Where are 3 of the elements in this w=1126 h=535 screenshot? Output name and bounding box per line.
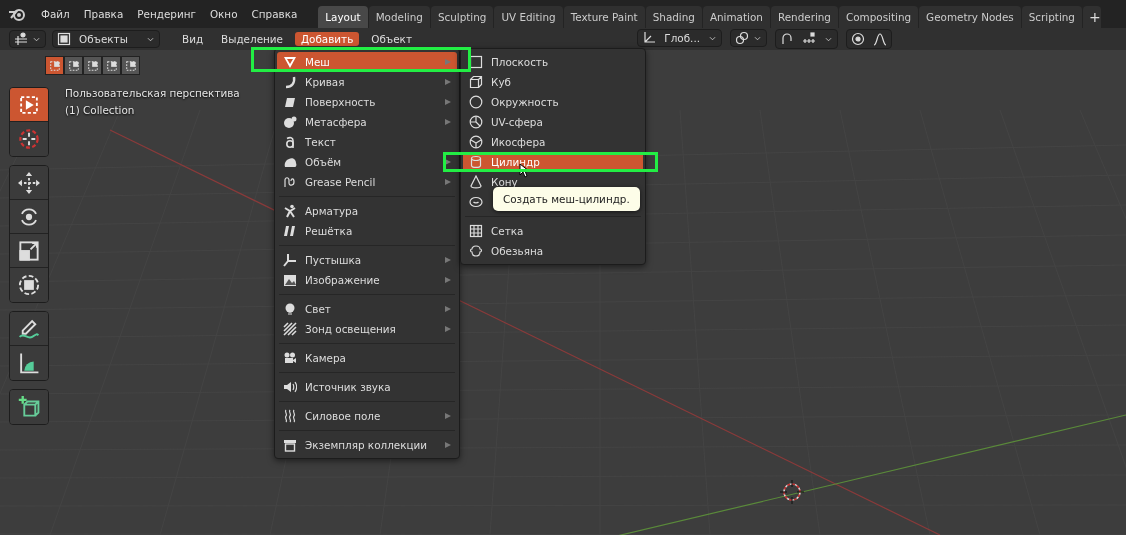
view-name: Пользовательская перспектива xyxy=(65,87,241,99)
tooltip: Создать меш-цилиндр. xyxy=(493,187,640,211)
collection-label: (1) Collection xyxy=(65,104,136,116)
